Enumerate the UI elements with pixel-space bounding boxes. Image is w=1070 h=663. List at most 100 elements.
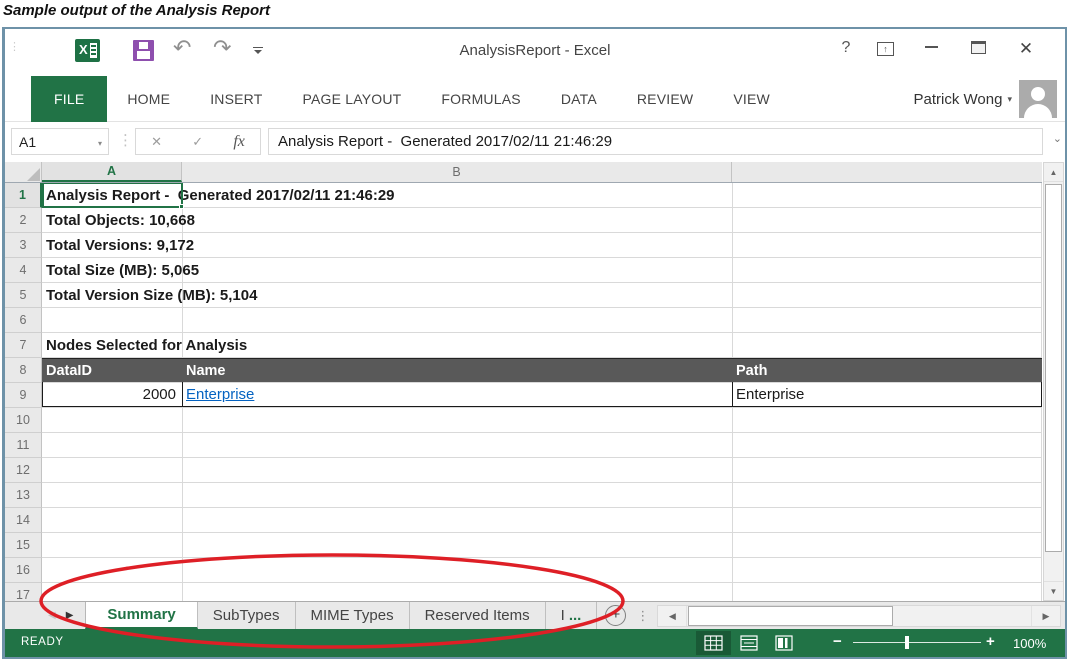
name-box[interactable]: A1 ▾ [11, 128, 109, 155]
row-cells-4[interactable]: Total Size (MB): 5,065 [42, 258, 1042, 282]
cell-dataid[interactable]: 2000 [42, 383, 176, 406]
ribbon-display-options-button[interactable]: ↑ [877, 42, 894, 56]
new-sheet-button[interactable]: + [605, 605, 626, 626]
sheet-tab-mime-types[interactable]: MIME Types [296, 602, 410, 629]
sheet-nav-prev-icon[interactable]: ◀ [48, 610, 56, 621]
row-cells-16[interactable] [42, 558, 1042, 582]
close-button[interactable]: ✕ [1013, 39, 1039, 59]
zoom-slider-track[interactable] [853, 642, 981, 643]
row-header-8[interactable]: 8 [5, 358, 42, 383]
ribbon-tab-formulas[interactable]: FORMULAS [421, 76, 540, 122]
grid-row-1: 1Analysis Report - Generated 2017/02/11 … [5, 183, 1042, 208]
row-cells-11[interactable] [42, 433, 1042, 457]
cell-text-row-3[interactable]: Total Versions: 9,172 [46, 233, 194, 257]
scroll-left-icon[interactable]: ◀ [658, 606, 687, 626]
window-title: AnalysisReport - Excel [5, 42, 1065, 59]
cell-name-link[interactable]: Enterprise [186, 383, 254, 406]
zoom-slider-thumb[interactable] [905, 636, 909, 649]
account-area[interactable]: Patrick Wong ▾ [914, 76, 1057, 122]
row-cells-6[interactable] [42, 308, 1042, 332]
insert-function-button[interactable]: fx [233, 133, 245, 151]
row-header-5[interactable]: 5 [5, 283, 42, 308]
vertical-scrollbar-thumb[interactable] [1045, 184, 1062, 552]
row-header-4[interactable]: 4 [5, 258, 42, 283]
ribbon-tab-home[interactable]: HOME [107, 76, 190, 122]
ribbon-tab-review[interactable]: REVIEW [617, 76, 713, 122]
row-header-3[interactable]: 3 [5, 233, 42, 258]
scroll-down-icon[interactable]: ▼ [1044, 581, 1063, 600]
row-cells-17[interactable] [42, 583, 1042, 601]
row-header-7[interactable]: 7 [5, 333, 42, 358]
horizontal-scrollbar-thumb[interactable] [688, 606, 893, 626]
row-header-17[interactable]: 17 [5, 583, 42, 601]
row-cells-9[interactable]: 2000 Enterprise Enterprise [42, 383, 1042, 407]
row-cells-13[interactable] [42, 483, 1042, 507]
ribbon-tab-page-layout[interactable]: PAGE LAYOUT [282, 76, 421, 122]
cell-text-row-5[interactable]: Total Version Size (MB): 5,104 [46, 283, 257, 307]
row-header-14[interactable]: 14 [5, 508, 42, 533]
cancel-button[interactable]: ✕ [151, 134, 162, 150]
row-header-11[interactable]: 11 [5, 433, 42, 458]
help-button[interactable]: ? [833, 39, 859, 57]
zoom-in-button[interactable]: + [986, 633, 995, 650]
sheet-nav-next-icon[interactable]: ▶ [66, 610, 74, 621]
cell-text-row-4[interactable]: Total Size (MB): 5,065 [46, 258, 199, 282]
scroll-up-icon[interactable]: ▲ [1044, 163, 1063, 182]
ribbon-tab-view[interactable]: VIEW [713, 76, 790, 122]
formula-input[interactable]: Analysis Report - Generated 2017/02/11 2… [268, 128, 1043, 155]
grid-body[interactable]: 1Analysis Report - Generated 2017/02/11 … [5, 183, 1042, 601]
row-header-10[interactable]: 10 [5, 408, 42, 433]
row-header-15[interactable]: 15 [5, 533, 42, 558]
column-header-A[interactable]: A [42, 162, 182, 182]
minimize-button[interactable] [925, 45, 938, 48]
column-header-B[interactable]: B [182, 162, 732, 182]
ribbon-tab-data[interactable]: DATA [541, 76, 617, 122]
row-header-2[interactable]: 2 [5, 208, 42, 233]
sheet-tab-label: MIME Types [311, 607, 394, 624]
row-cells-14[interactable] [42, 508, 1042, 532]
row-header-9[interactable]: 9 [5, 383, 42, 408]
ribbon-tab-file[interactable]: FILE [31, 76, 107, 122]
normal-view-button[interactable] [696, 631, 731, 655]
row-cells-7[interactable]: Nodes Selected for Analysis [42, 333, 1042, 357]
cell-text-row-2[interactable]: Total Objects: 10,668 [46, 208, 195, 232]
sheet-tab-reserved-items[interactable]: Reserved Items [410, 602, 546, 629]
enter-button[interactable]: ✓ [192, 134, 203, 150]
row-cells-3[interactable]: Total Versions: 9,172 [42, 233, 1042, 257]
row-cells-5[interactable]: Total Version Size (MB): 5,104 [42, 283, 1042, 307]
tab-bar-resize-handle-icon[interactable]: ⋮ [636, 602, 649, 629]
row-cells-12[interactable] [42, 458, 1042, 482]
row-header-6[interactable]: 6 [5, 308, 42, 333]
row-header-12[interactable]: 12 [5, 458, 42, 483]
zoom-level[interactable]: 100% [1013, 636, 1046, 651]
row-header-16[interactable]: 16 [5, 558, 42, 583]
vertical-scrollbar[interactable]: ▲ ▼ [1043, 162, 1064, 601]
sheet-tab-label: SubTypes [213, 607, 280, 624]
sheet-tab-i[interactable]: I... [546, 602, 598, 629]
page-break-preview-button[interactable] [766, 631, 801, 655]
cell-path[interactable]: Enterprise [736, 383, 804, 406]
maximize-button[interactable] [971, 41, 986, 54]
sheet-tab-subtypes[interactable]: SubTypes [198, 602, 296, 629]
name-box-caret-icon[interactable]: ▾ [98, 139, 102, 148]
row-header-1[interactable]: 1 [5, 183, 42, 208]
select-all-corner[interactable] [5, 162, 42, 182]
grid-row-16: 16 [5, 558, 1042, 583]
zoom-out-button[interactable]: − [833, 633, 842, 650]
cell-text-row-7[interactable]: Nodes Selected for Analysis [46, 333, 247, 357]
formula-bar-expand-icon[interactable]: ⌄ [1053, 132, 1062, 145]
row-cells-15[interactable] [42, 533, 1042, 557]
row-cells-2[interactable]: Total Objects: 10,668 [42, 208, 1042, 232]
sheet-tab-summary[interactable]: Summary [85, 602, 197, 629]
row-cells-8[interactable]: DataIDNamePath [42, 358, 1042, 382]
scroll-right-icon[interactable]: ▶ [1031, 606, 1060, 626]
row-cells-1[interactable]: Analysis Report - Generated 2017/02/11 2… [42, 183, 1042, 207]
column-header-blank[interactable] [732, 162, 1042, 182]
formula-bar-divider-icon: ⋮ [118, 131, 133, 149]
row-header-13[interactable]: 13 [5, 483, 42, 508]
page-layout-view-button[interactable] [731, 631, 766, 655]
ribbon-tab-insert[interactable]: INSERT [190, 76, 282, 122]
avatar[interactable] [1019, 80, 1057, 118]
row-cells-10[interactable] [42, 408, 1042, 432]
horizontal-scrollbar[interactable]: ◀ ▶ [657, 605, 1061, 627]
